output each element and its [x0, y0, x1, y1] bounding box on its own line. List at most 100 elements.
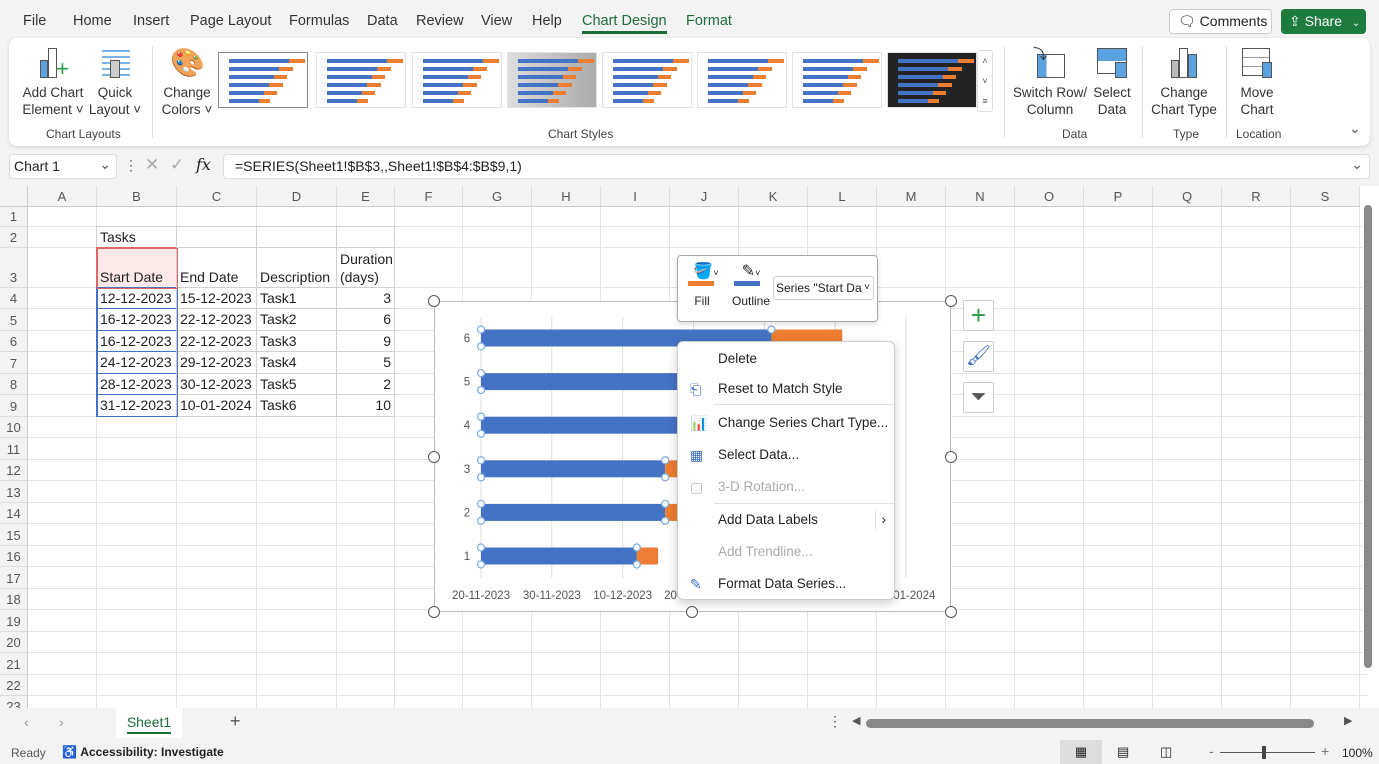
series-point-handle[interactable]	[476, 543, 486, 552]
cell[interactable]: 30-12-2023	[176, 373, 257, 395]
change-colors-button[interactable]: 🎨 Change Colors ˅	[157, 46, 217, 118]
chart-style-5[interactable]	[602, 52, 692, 108]
series-point-handle[interactable]	[476, 412, 486, 421]
cell[interactable]: 12-12-2023	[96, 287, 177, 309]
cell[interactable]: 2	[336, 373, 395, 395]
row-header-23[interactable]: 23	[0, 696, 28, 708]
cell[interactable]: Task5	[256, 373, 337, 395]
cell[interactable]: 29-12-2023	[176, 351, 257, 374]
quick-layout-button[interactable]: Quick Layout ˅	[87, 46, 143, 118]
enter-icon[interactable]: ✓	[170, 155, 184, 175]
column-header-I[interactable]: I	[601, 186, 670, 207]
cell[interactable]	[256, 226, 337, 248]
cell[interactable]	[176, 226, 257, 248]
cell[interactable]: 22-12-2023	[176, 308, 257, 331]
cell[interactable]: 9	[336, 330, 395, 352]
outline-button[interactable]: ✎˅ Outline	[728, 261, 774, 308]
chart-styles-button[interactable]: 🖌	[963, 341, 994, 372]
column-header-F[interactable]: F	[395, 186, 463, 207]
cell[interactable]: 16-12-2023	[96, 330, 177, 352]
chart-style-6[interactable]	[697, 52, 787, 108]
cell[interactable]: Task6	[256, 394, 337, 417]
row-header-16[interactable]: 16	[0, 546, 28, 567]
row-header-17[interactable]: 17	[0, 567, 28, 589]
column-header-M[interactable]: M	[877, 186, 946, 207]
row-header-18[interactable]: 18	[0, 589, 28, 610]
row-header-22[interactable]: 22	[0, 675, 28, 696]
tab-view[interactable]: View	[481, 13, 512, 29]
row-header-10[interactable]: 10	[0, 417, 28, 438]
expand-formula-icon[interactable]: ⌄	[1351, 156, 1363, 173]
column-header-B[interactable]: B	[97, 186, 177, 207]
row-header-15[interactable]: 15	[0, 524, 28, 546]
cancel-icon[interactable]: ✕	[145, 155, 159, 175]
next-sheet-icon[interactable]: ›	[59, 714, 64, 730]
page-layout-view-icon[interactable]: ▤	[1117, 744, 1129, 760]
cell[interactable]: 31-12-2023	[96, 394, 177, 417]
zoom-out-icon[interactable]: -	[1209, 743, 1214, 759]
page-break-view-icon[interactable]: ◫	[1160, 744, 1172, 760]
bar-start-date[interactable]	[481, 547, 637, 565]
chart-style-1[interactable]	[218, 52, 308, 108]
tab-home[interactable]: Home	[73, 13, 112, 29]
column-header-O[interactable]: O	[1015, 186, 1084, 207]
tab-data[interactable]: Data	[367, 13, 398, 29]
resize-handle[interactable]	[428, 295, 440, 307]
series-point-handle[interactable]	[476, 499, 486, 509]
tab-formulas[interactable]: Formulas	[289, 13, 349, 29]
fill-button[interactable]: 🪣˅ Fill	[688, 261, 724, 308]
insert-function-icon[interactable]: fx	[196, 155, 211, 174]
cell[interactable]: Start Date	[96, 247, 177, 288]
row-header-12[interactable]: 12	[0, 460, 28, 481]
column-header-N[interactable]: N	[946, 186, 1015, 207]
cell[interactable]: 15-12-2023	[176, 287, 257, 309]
series-point-handle[interactable]	[661, 473, 670, 482]
column-header-K[interactable]: K	[739, 186, 808, 207]
series-point-handle[interactable]	[632, 560, 641, 569]
tab-file[interactable]: File	[23, 13, 46, 29]
column-header-D[interactable]: D	[257, 186, 337, 207]
cell[interactable]: 24-12-2023	[96, 351, 177, 374]
cell[interactable]: Tasks	[96, 226, 177, 248]
column-header-A[interactable]: A	[28, 186, 97, 207]
column-header-R[interactable]: R	[1222, 186, 1291, 207]
resize-handle[interactable]	[945, 606, 957, 618]
scroll-left-icon[interactable]: ◀	[852, 714, 860, 727]
cell[interactable]: 10	[336, 394, 395, 417]
row-header-14[interactable]: 14	[0, 503, 28, 524]
row-header-7[interactable]: 7	[0, 352, 28, 374]
menu-item-reset-to-match-style[interactable]: ⎗ Reset to Match Style	[678, 374, 894, 404]
row-header-6[interactable]: 6	[0, 331, 28, 352]
chart-style-4[interactable]	[507, 52, 597, 108]
cell[interactable]: 6	[336, 308, 395, 331]
menu-item-add-trendline[interactable]: Add Trendline...	[678, 537, 894, 567]
series-point-handle[interactable]	[661, 516, 670, 526]
cell[interactable]: 10-01-2024	[176, 394, 257, 417]
tab-chart-design[interactable]: Chart Design	[582, 13, 667, 34]
cell[interactable]: 22-12-2023	[176, 330, 257, 352]
chart-style-8[interactable]	[887, 52, 977, 108]
series-point-handle[interactable]	[476, 342, 486, 351]
row-header-11[interactable]: 11	[0, 438, 28, 460]
series-point-handle[interactable]	[476, 429, 486, 438]
select-data-button[interactable]: Select Data	[1087, 46, 1137, 118]
chart-filters-button[interactable]: ⏷	[963, 382, 994, 413]
column-header-P[interactable]: P	[1084, 186, 1153, 207]
share-button[interactable]: ⇪ Share ⌄	[1281, 9, 1366, 34]
zoom-in-icon[interactable]: +	[1321, 743, 1329, 759]
row-header-4[interactable]: 4	[0, 288, 28, 309]
tab-review[interactable]: Review	[416, 13, 464, 29]
chart-style-2[interactable]	[316, 52, 406, 108]
column-header-H[interactable]: H	[532, 186, 601, 207]
scroll-right-icon[interactable]: ▶	[1344, 714, 1352, 727]
cell[interactable]: 3	[336, 287, 395, 309]
series-point-handle[interactable]	[476, 368, 486, 378]
column-header-Q[interactable]: Q	[1153, 186, 1222, 207]
cell[interactable]: Task1	[256, 287, 337, 309]
normal-view-icon[interactable]: ▦	[1060, 740, 1102, 764]
column-header-C[interactable]: C	[177, 186, 257, 207]
tab-page-layout[interactable]: Page Layout	[190, 13, 271, 29]
vertical-scrollbar[interactable]	[1364, 205, 1372, 668]
series-point-handle[interactable]	[661, 499, 670, 509]
chart-style-3[interactable]	[412, 52, 502, 108]
